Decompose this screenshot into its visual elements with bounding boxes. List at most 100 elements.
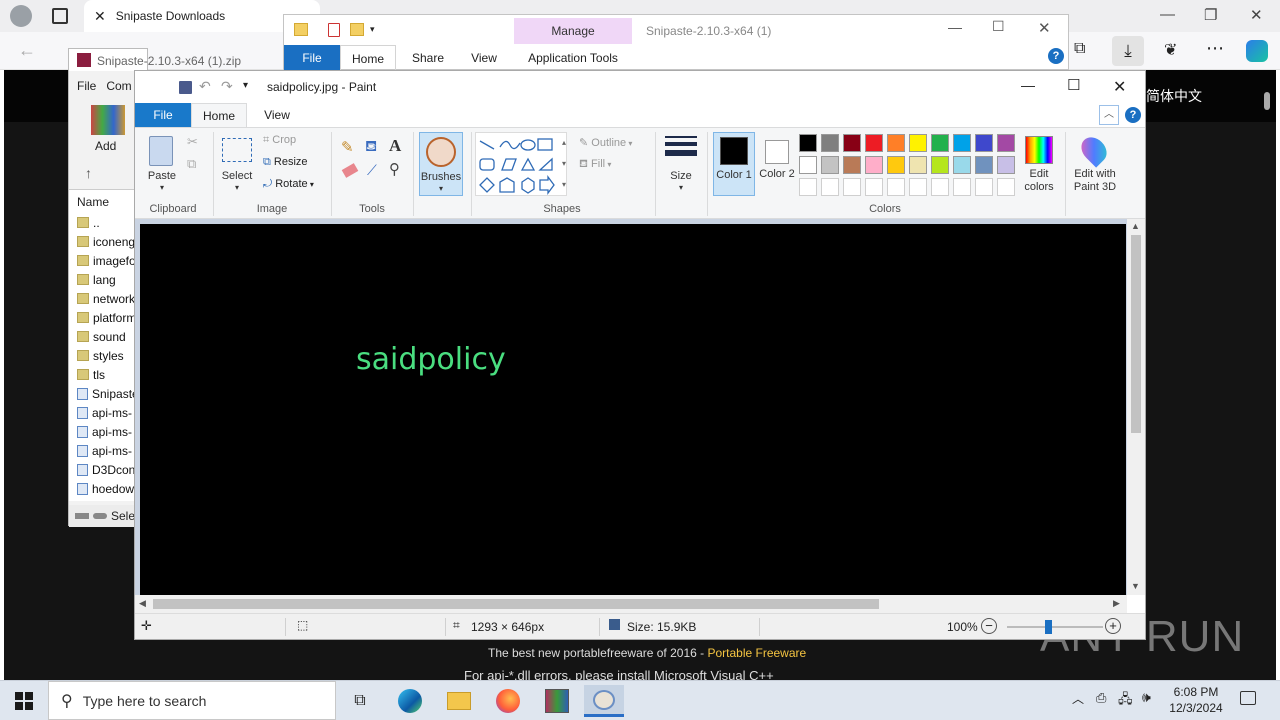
file-list-item[interactable]: sound [77,327,126,346]
undo-icon[interactable]: ↶ [199,78,211,95]
help-icon[interactable]: ? [1048,48,1064,64]
palette-swatch[interactable] [975,134,993,152]
edit-colors-button[interactable]: Edit colors [1015,132,1063,196]
file-list-item[interactable]: api-ms- [77,422,132,441]
column-name-header[interactable]: Name [77,195,109,209]
more-menu-icon[interactable]: ⋯ [1206,38,1224,59]
paint-close-icon[interactable]: ✕ [1113,77,1126,97]
palette-swatch[interactable] [997,156,1015,174]
zoom-slider[interactable] [1007,620,1103,634]
pencil-icon[interactable]: ✎ [341,138,354,156]
notifications-icon[interactable] [1240,691,1256,705]
file-list-item[interactable]: .. [77,213,100,232]
paint-maximize-icon[interactable]: ☐ [1067,76,1080,94]
volume-icon[interactable]: 🕪 [1142,689,1151,706]
text-icon[interactable]: A [389,136,401,156]
color2-button[interactable]: Color 2 [757,132,797,196]
palette-swatch[interactable] [821,178,839,196]
zoom-slider-thumb[interactable] [1045,620,1052,634]
paint-minimize-icon[interactable]: — [1021,77,1035,93]
palette-swatch[interactable] [909,178,927,196]
explorer-tab-file[interactable]: File [284,45,340,71]
firefox-icon[interactable] [488,685,528,717]
downloads-icon[interactable]: ⤓ [1112,36,1144,66]
palette-swatch[interactable] [799,156,817,174]
palette-swatch[interactable] [799,134,817,152]
collapse-ribbon-icon[interactable]: ︿ [1099,105,1119,125]
file-list-item[interactable]: hoedow [77,479,134,498]
palette-swatch[interactable] [887,134,905,152]
palette-swatch[interactable] [821,156,839,174]
explorer-minimize-icon[interactable]: — [948,19,962,35]
size-button[interactable]: Size ▾ [661,134,701,194]
explorer-tab-home[interactable]: Home [340,45,396,71]
paint-tab-view[interactable]: View [249,103,305,127]
shapes-gallery[interactable] [475,132,567,196]
palette-swatch[interactable] [953,156,971,174]
file-list-item[interactable]: iconeng [77,232,135,251]
outline-button[interactable]: ✎ Outline ▾ [579,136,632,149]
edge-icon[interactable] [390,685,430,717]
palette-swatch[interactable] [997,178,1015,196]
up-arrow-icon[interactable]: ↑ [85,165,92,181]
copilot-icon[interactable] [1246,40,1268,62]
palette-swatch[interactable] [887,156,905,174]
restore-icon[interactable]: ❐ [1204,6,1217,24]
portable-freeware-link[interactable]: Portable Freeware [707,646,806,660]
winrar-taskbar-icon[interactable] [537,685,577,717]
page-scrollbar-thumb[interactable] [1264,92,1270,110]
vertical-scrollbar[interactable]: ▲ ▼ [1127,219,1145,595]
palette-swatch[interactable] [975,156,993,174]
fill-bucket-icon[interactable]: ⛾ [365,138,377,157]
edit-paint3d-button[interactable]: Edit with Paint 3D [1069,132,1121,196]
palette-swatch[interactable] [931,178,949,196]
fill-button[interactable]: ⛾ Fill ▾ [579,158,611,172]
file-list-item[interactable]: tls [77,365,105,384]
save-icon[interactable] [179,81,192,94]
zoom-out-icon[interactable]: − [981,618,997,634]
explorer-tab-share[interactable]: Share [400,45,456,71]
file-list-item[interactable]: styles [77,346,124,365]
palette-swatch[interactable] [931,156,949,174]
crop-button[interactable]: ⌗ Crop [263,134,296,147]
file-list-item[interactable]: imagefo [77,251,136,270]
tray-overflow-icon[interactable]: ︿ [1072,690,1084,707]
palette-swatch[interactable] [865,134,883,152]
task-view-icon[interactable]: ⧉ [340,685,380,717]
clock[interactable]: 6:08 PM 12/3/2024 [1166,684,1226,716]
winrar-add-label[interactable]: Add [95,139,116,153]
profile-icon[interactable] [10,5,32,27]
palette-swatch[interactable] [909,134,927,152]
cut-icon[interactable]: ✂ [187,134,198,150]
resize-button[interactable]: ⧉ Resize [263,156,308,169]
network-icon[interactable]: 🖧 [1118,690,1133,712]
language-link[interactable]: 简体中文 [1146,86,1202,106]
winrar-menu-file[interactable]: File [77,79,96,93]
paint-help-icon[interactable]: ? [1125,107,1141,123]
horizontal-scrollbar[interactable]: ◀ ▶ [135,595,1127,613]
scroll-up-icon[interactable]: ▲ [1131,221,1140,231]
select-button[interactable]: Select ▾ [219,134,255,194]
palette-swatch[interactable] [821,134,839,152]
close-icon[interactable]: ✕ [1250,6,1263,24]
start-button[interactable] [0,681,48,720]
copy-icon[interactable]: ⧉ [187,156,196,172]
qat-customize-icon[interactable]: ▾ [243,80,248,91]
tray-device-icon[interactable]: ⎙ [1096,690,1106,706]
file-list-item[interactable]: Snipaste [77,384,139,403]
palette-swatch[interactable] [953,134,971,152]
page-scrollbar[interactable] [1262,88,1272,668]
scroll-down-icon[interactable]: ▼ [1131,581,1140,591]
palette-swatch[interactable] [843,156,861,174]
vertical-scroll-thumb[interactable] [1131,235,1141,433]
zoom-in-icon[interactable]: + [1105,618,1121,634]
file-list-item[interactable]: api-ms- [77,441,132,460]
paint-tab-home[interactable]: Home [191,103,247,128]
image-canvas[interactable]: saidpolicy [140,224,1126,595]
file-list-item[interactable]: api-ms- [77,403,132,422]
explorer-tab-application-tools[interactable]: Application Tools [514,45,632,71]
properties-icon[interactable] [328,23,340,37]
winrar-menu-commands[interactable]: Com [106,79,131,93]
minimize-icon[interactable]: — [1160,6,1175,23]
new-folder-icon[interactable] [350,23,364,36]
